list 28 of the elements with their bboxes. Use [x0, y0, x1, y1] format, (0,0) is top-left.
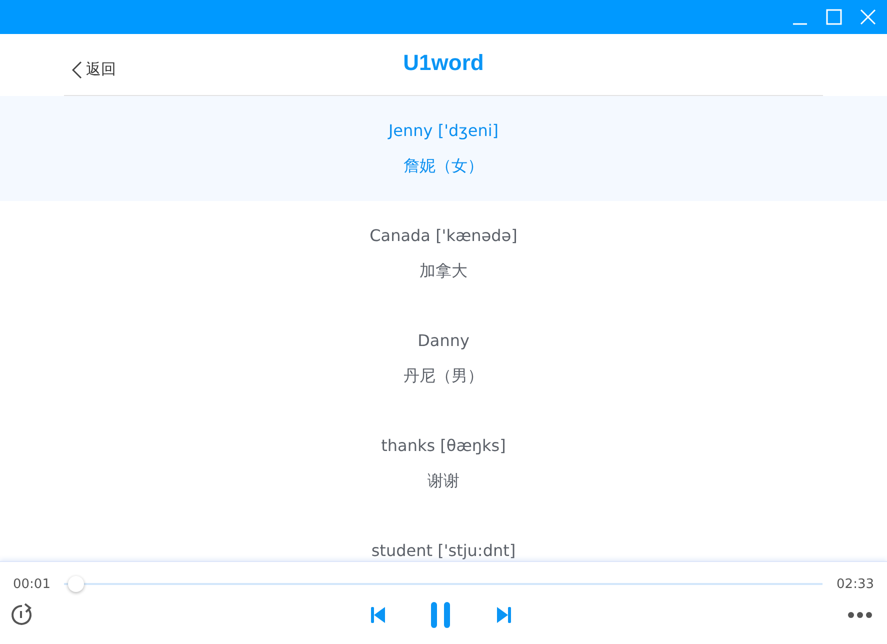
word-item[interactable]: thanks [θæŋks] 谢谢: [0, 411, 887, 516]
chevron-left-icon: [72, 60, 82, 78]
back-button[interactable]: 返回: [64, 60, 116, 79]
total-time: 02:33: [836, 576, 874, 592]
word-item[interactable]: Jenny ['dʒeni] 詹妮（女）: [0, 96, 887, 201]
progress-thumb[interactable]: [68, 576, 84, 592]
word-text: Danny: [418, 330, 470, 352]
page-title: U1word: [403, 50, 484, 76]
meaning-text: 加拿大: [420, 260, 468, 282]
next-button[interactable]: [496, 606, 512, 624]
pause-button[interactable]: [430, 602, 452, 628]
word-item[interactable]: Danny 丹尼（男）: [0, 306, 887, 411]
maximize-icon: [826, 9, 842, 25]
word-text: Canada ['kænədə]: [370, 225, 518, 247]
meaning-text: 谢谢: [428, 470, 460, 492]
word-text: Jenny ['dʒeni]: [388, 120, 499, 142]
meaning-text: 丹尼（男）: [404, 365, 484, 387]
meaning-text: 詹妮（女）: [404, 155, 484, 177]
elapsed-time: 00:01: [13, 576, 50, 592]
minimize-icon: [792, 22, 808, 24]
previous-button[interactable]: [370, 606, 386, 624]
word-text: thanks [θæŋks]: [381, 435, 506, 457]
close-icon: [860, 9, 876, 25]
more-button[interactable]: [847, 611, 873, 619]
word-item[interactable]: student ['stju:dnt]: [0, 516, 887, 561]
word-item[interactable]: Canada ['kænədə] 加拿大: [0, 201, 887, 306]
repeat-button[interactable]: [10, 603, 34, 627]
word-text: student ['stju:dnt]: [371, 540, 516, 561]
